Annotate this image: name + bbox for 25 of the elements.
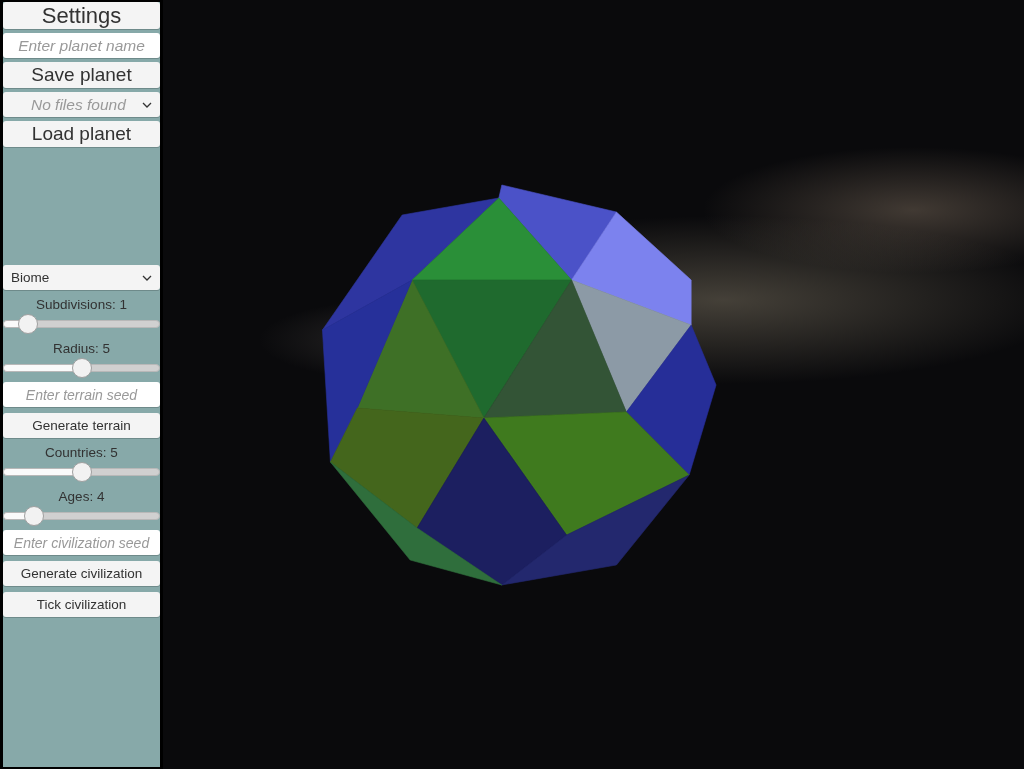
slider-label: Radius: 5 (52, 341, 110, 357)
slider-thumb[interactable] (24, 506, 45, 526)
panel-button[interactable]: Generate civilization (3, 561, 160, 586)
text-field[interactable]: Enter terrain seed (3, 382, 160, 407)
slider-label: Subdivisions: 1 (36, 297, 127, 313)
slider-label: Countries: 5 (45, 445, 118, 461)
slider-thumb[interactable] (71, 358, 92, 378)
panel-button[interactable]: Generate terrain (3, 413, 160, 438)
caret-icon (142, 274, 152, 281)
slider-label: Ages: 4 (58, 489, 105, 505)
planet-drawing[interactable] (322, 184, 717, 586)
text-field[interactable]: Enter planet name (3, 33, 160, 58)
panel-button[interactable]: Load planet (3, 121, 160, 147)
panel-button[interactable]: Save planet (3, 62, 160, 88)
slider[interactable] (3, 462, 160, 482)
slider-thumb[interactable] (71, 462, 92, 482)
caret-icon (142, 101, 152, 108)
slider[interactable] (3, 314, 160, 334)
slider[interactable] (3, 358, 160, 378)
text-field[interactable]: Enter civilization seed (3, 530, 160, 555)
dropdown[interactable]: Biome (3, 265, 160, 290)
slider[interactable] (3, 506, 160, 526)
settings-title: Settings (3, 2, 160, 29)
panel-button[interactable]: Tick civilization (3, 592, 160, 617)
slider-thumb[interactable] (18, 314, 39, 334)
